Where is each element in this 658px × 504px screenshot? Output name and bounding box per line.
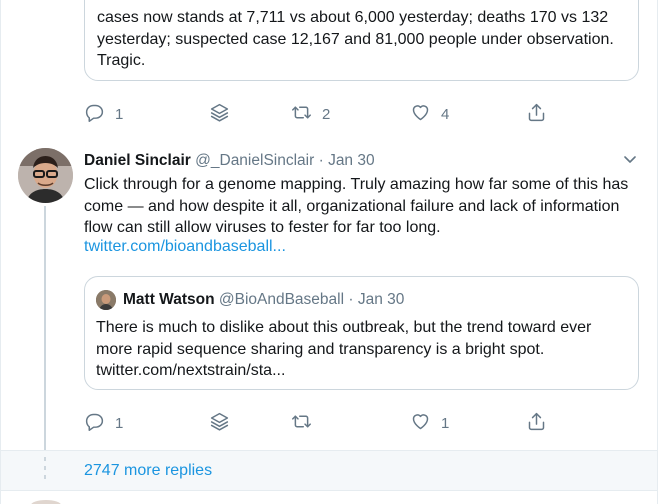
- share-icon: [526, 102, 547, 127]
- separator-dot: ·: [348, 291, 354, 308]
- stack-button[interactable]: [209, 411, 230, 435]
- retweet-icon: [291, 411, 312, 436]
- tweet-text: Click through for a genome mapping. Trul…: [84, 176, 629, 236]
- retweet-count: 2: [322, 105, 331, 123]
- quoted-tweet-card[interactable]: cases now stands at 7,711 vs about 6,000…: [84, 0, 639, 81]
- reply-count: 1: [115, 414, 124, 432]
- like-count: 1: [441, 414, 450, 432]
- stack-icon: [209, 411, 230, 436]
- quoted-author-name[interactable]: Matt Watson: [123, 289, 215, 310]
- like-button[interactable]: 4: [410, 102, 449, 126]
- tweet-feed: cases now stands at 7,711 vs about 6,000…: [0, 0, 658, 504]
- reply-button[interactable]: 1: [84, 102, 123, 126]
- reply-count: 1: [115, 105, 124, 123]
- quoted-tweet-text: There is much to dislike about this outb…: [96, 319, 592, 379]
- author-handle[interactable]: @_DanielSinclair: [195, 152, 314, 169]
- like-button[interactable]: 1: [410, 411, 449, 435]
- retweet-button[interactable]: [291, 411, 322, 435]
- quoted-author-handle[interactable]: @BioAndBaseball: [219, 289, 344, 310]
- retweet-button[interactable]: 2: [291, 102, 330, 126]
- chevron-down-icon[interactable]: [621, 150, 639, 168]
- stack-button[interactable]: [209, 102, 230, 126]
- more-replies-bar[interactable]: 2747 more replies: [1, 450, 657, 491]
- heart-icon: [410, 102, 431, 127]
- next-avatar: [31, 500, 61, 504]
- tweet-date[interactable]: Jan 30: [328, 152, 375, 169]
- tweet-link[interactable]: twitter.com/bioandbaseball...: [84, 238, 286, 256]
- share-button[interactable]: [526, 411, 547, 435]
- quoted-tweet-card[interactable]: Matt Watson @BioAndBaseball · Jan 30 The…: [84, 276, 639, 390]
- reply-icon: [84, 102, 105, 127]
- stack-icon: [209, 102, 230, 127]
- share-button[interactable]: [526, 102, 547, 126]
- quoted-avatar: [96, 289, 116, 310]
- quoted-tweet-date[interactable]: Jan 30: [358, 289, 405, 310]
- quoted-tweet-header: Matt Watson @BioAndBaseball · Jan 30: [96, 289, 404, 310]
- separator-dot: ·: [318, 152, 324, 169]
- like-count: 4: [441, 105, 450, 123]
- reply-icon: [84, 411, 105, 436]
- thread-dots: [44, 457, 46, 485]
- tweet-header: Daniel Sinclair @_DanielSinclair · Jan 3…: [84, 150, 375, 171]
- heart-icon: [410, 411, 431, 436]
- quoted-tweet-text: cases now stands at 7,711 vs about 6,000…: [97, 9, 614, 69]
- tweet-actions: 1 2 4: [84, 102, 554, 126]
- retweet-icon: [291, 102, 312, 127]
- reply-button[interactable]: 1: [84, 411, 123, 435]
- share-icon: [526, 411, 547, 436]
- thread-line: [44, 206, 46, 450]
- author-name[interactable]: Daniel Sinclair: [84, 152, 191, 169]
- avatar[interactable]: [18, 148, 73, 203]
- more-replies-link[interactable]: 2747 more replies: [84, 462, 212, 480]
- tweet-actions: 1 1: [84, 411, 554, 435]
